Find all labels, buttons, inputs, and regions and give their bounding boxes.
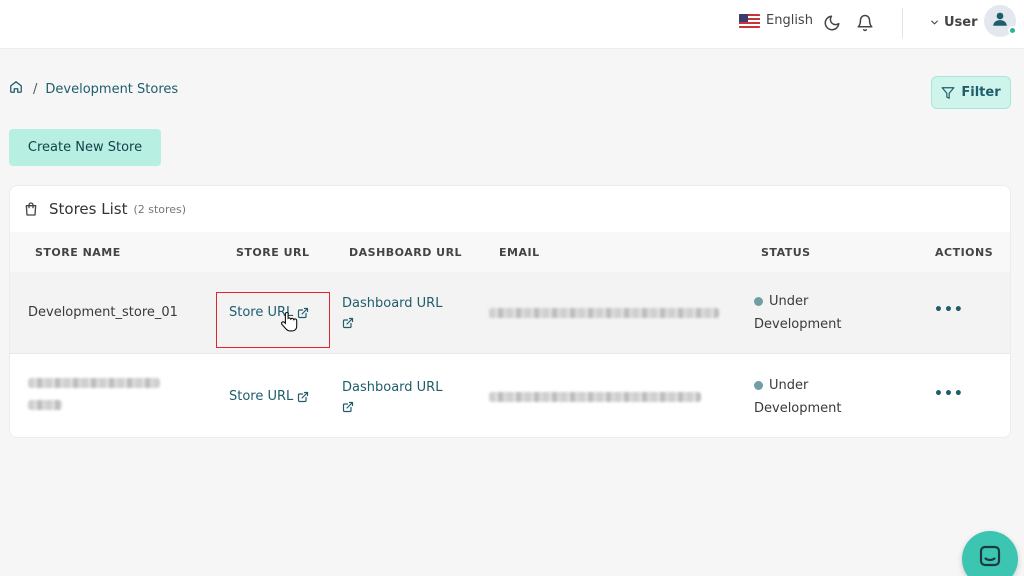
top-divider [902,8,903,38]
dashboard-url-link[interactable]: Dashboard URL [342,377,442,421]
stores-list-title: Stores List [49,200,128,218]
column-store-url: STORE URL [236,246,310,259]
email-redacted [489,308,719,318]
table-header: STORE NAME STORE URL DASHBOARD URL EMAIL… [10,232,1010,272]
email-redacted [489,392,701,402]
cursor-hand-icon [281,311,299,337]
column-status: STATUS [761,246,811,259]
user-menu[interactable]: User [929,13,978,32]
create-new-store-button[interactable]: Create New Store [9,129,161,166]
actions-more-button[interactable]: ••• [934,302,964,318]
filter-button[interactable]: Filter [931,76,1011,109]
store-name: Development_store_01 [28,305,178,320]
actions-more-button[interactable]: ••• [934,386,964,402]
user-label: User [944,15,978,30]
bell-icon[interactable] [854,12,876,34]
highlight-box [216,292,330,348]
table-row: Store URL Dashboard URL Under Developmen… [10,354,1010,436]
external-link-icon [342,317,354,329]
breadcrumb: / Development Stores [9,80,178,98]
breadcrumb-current: Development Stores [45,81,179,97]
avatar[interactable] [984,5,1017,37]
status-text-2: Development [754,401,842,416]
language-selector[interactable]: English [739,13,813,28]
user-icon [991,10,1009,32]
store-url-link[interactable]: Store URL [229,389,309,404]
external-link-icon [342,401,354,413]
column-store-name: STORE NAME [35,246,121,259]
stores-list-card: Stores List (2 stores) STORE NAME STORE … [9,185,1011,438]
status-dot [754,381,763,390]
column-email: EMAIL [499,246,540,259]
language-label: English [766,13,813,28]
status-text-2: Development [754,317,842,332]
column-dashboard-url: DASHBOARD URL [349,246,463,259]
table-row: Development_store_01 Store URL Dashboard… [10,272,1010,354]
chat-icon [978,544,1002,568]
dashboard-url-label: Dashboard URL [342,380,443,395]
dashboard-url-link[interactable]: Dashboard URL [342,293,442,337]
status-cell: Under Development [754,290,842,336]
store-url-label: Store URL [229,389,294,404]
online-status-dot [1008,26,1017,35]
breadcrumb-separator: / [33,81,38,97]
status-cell: Under Development [754,374,842,420]
home-icon[interactable] [9,80,23,98]
dashboard-url-label: Dashboard URL [342,296,443,311]
us-flag-icon [739,13,760,28]
column-actions: ACTIONS [935,246,994,259]
top-bar: English User [0,0,1024,49]
status-text-1: Under [769,294,809,309]
store-name-redacted [28,378,160,410]
stores-count: (2 stores) [133,202,187,216]
card-title: Stores List (2 stores) [23,200,186,218]
external-link-icon [298,391,309,402]
chat-widget-button[interactable] [962,531,1018,576]
shopping-bag-icon [23,201,39,217]
status-dot [754,297,763,306]
chevron-down-icon [929,13,940,32]
filter-label: Filter [961,85,1001,100]
filter-icon [941,86,955,100]
moon-icon[interactable] [821,12,843,34]
status-text-1: Under [769,378,809,393]
